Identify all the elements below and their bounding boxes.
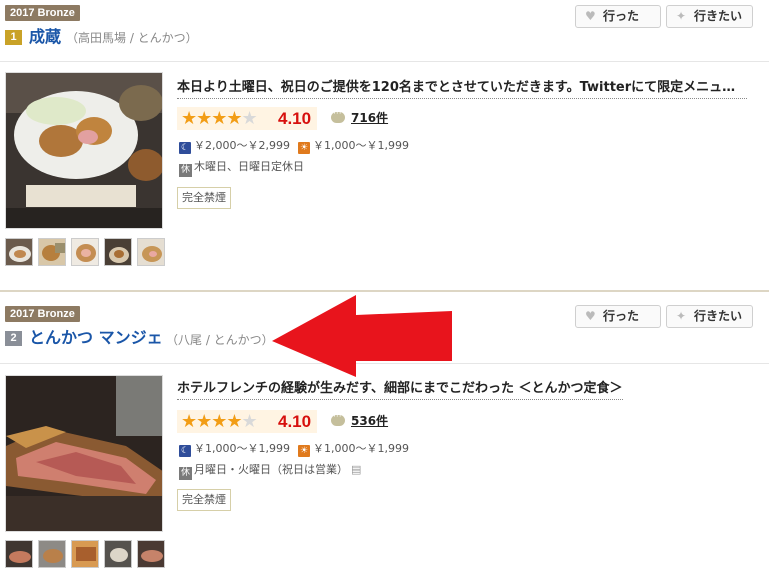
shop-name-link[interactable]: 成蔵 (29, 27, 61, 47)
main-photo[interactable] (5, 72, 163, 229)
thumbnail[interactable] (71, 238, 99, 266)
shop-name-link[interactable]: とんかつ マンジェ (29, 328, 163, 348)
want-to-go-button[interactable]: ✦ 行きたい (666, 5, 753, 28)
moon-icon: ☾ (179, 142, 191, 154)
main-photo[interactable] (5, 375, 163, 532)
pin-icon: ✦ (676, 9, 687, 23)
no-smoking-tag: 完全禁煙 (177, 187, 231, 209)
want-button-label: 行きたい (694, 9, 743, 23)
dinner-price: ￥2,000～￥2,999 (194, 139, 290, 152)
closed-days: 休月曜日・火曜日（祝日は営業） ▤ (179, 463, 361, 480)
heart-icon: ♥ (585, 309, 596, 323)
rank-1-icon: 1 (5, 30, 22, 45)
went-button[interactable]: ♥ 行った (575, 5, 661, 28)
restaurant-catchphrase[interactable]: 本日より土曜日、祝日のご提供を120名までとさせていただきます。Twitterに… (177, 79, 747, 99)
want-to-go-button[interactable]: ✦ 行きたい (666, 305, 753, 328)
thumbnail[interactable] (137, 540, 165, 568)
speech-bubble-icon (331, 412, 345, 426)
thumbnail[interactable] (5, 540, 33, 568)
restaurant-catchphrase[interactable]: ホテルフレンチの経験が生みだす、細部にまでこだわった ＜とんかつ定食＞ (177, 380, 623, 400)
lunch-price: ￥1,000～￥1,999 (312, 442, 409, 455)
closed-days-text: 月曜日・火曜日（祝日は営業） (194, 463, 348, 476)
thumbnail[interactable] (71, 540, 99, 568)
annotation-arrow (272, 295, 452, 377)
lunch-price: ￥1,000～￥1,999 (312, 139, 409, 152)
thumbnail[interactable] (5, 238, 33, 266)
rank-2-icon: 2 (5, 331, 22, 346)
star-rating: ★★★★★ (181, 108, 258, 129)
sun-icon: ☀ (297, 445, 310, 457)
closed-day-icon: 休 (179, 467, 192, 480)
thumbnail[interactable] (104, 238, 132, 266)
thumbnail-strip (5, 540, 165, 568)
award-badge: 2017 Bronze (5, 306, 80, 322)
restaurant-entry: 2017 Bronze 1 成蔵 （高田馬場 / とんかつ） ♥ 行った ✦ 行… (0, 0, 769, 290)
went-button-label: 行った (603, 9, 640, 23)
price-range: ☾ ￥1,000～￥1,999 ☀ ￥1,000～￥1,999 (179, 442, 409, 457)
header-divider (0, 61, 769, 62)
rating: ★★★★★ 4.10 (177, 107, 317, 130)
closed-day-icon: 休 (179, 164, 192, 177)
went-button-label: 行った (603, 309, 640, 323)
moon-icon: ☾ (179, 445, 191, 457)
want-button-label: 行きたい (694, 309, 743, 323)
thumbnail[interactable] (104, 540, 132, 568)
comment-icon[interactable]: ▤ (351, 463, 361, 477)
price-range: ☾ ￥2,000～￥2,999 ☀ ￥1,000～￥1,999 (179, 139, 409, 154)
sun-icon: ☀ (297, 142, 310, 154)
review-count-link[interactable]: 716件 (351, 111, 388, 125)
thumbnail[interactable] (38, 238, 66, 266)
closed-days: 休木曜日、日曜日定休日 (179, 160, 304, 177)
speech-bubble-icon (331, 109, 345, 123)
rating: ★★★★★ 4.10 (177, 410, 317, 433)
closed-days-text: 木曜日、日曜日定休日 (194, 160, 304, 173)
star-rating: ★★★★★ (181, 411, 258, 432)
heart-icon: ♥ (585, 9, 596, 23)
shop-area-genre: （八尾 / とんかつ） (166, 333, 274, 347)
pin-icon: ✦ (676, 309, 687, 323)
thumbnail[interactable] (38, 540, 66, 568)
went-button[interactable]: ♥ 行った (575, 305, 661, 328)
thumbnail[interactable] (137, 238, 165, 266)
dinner-price: ￥1,000～￥1,999 (194, 442, 290, 455)
review-count-link[interactable]: 536件 (351, 414, 388, 428)
thumbnail-strip (5, 238, 165, 266)
award-badge: 2017 Bronze (5, 5, 80, 21)
rating-score: 4.10 (278, 109, 312, 128)
shop-area-genre: （高田馬場 / とんかつ） (66, 31, 198, 45)
no-smoking-tag: 完全禁煙 (177, 489, 231, 511)
rating-score: 4.10 (278, 412, 312, 431)
